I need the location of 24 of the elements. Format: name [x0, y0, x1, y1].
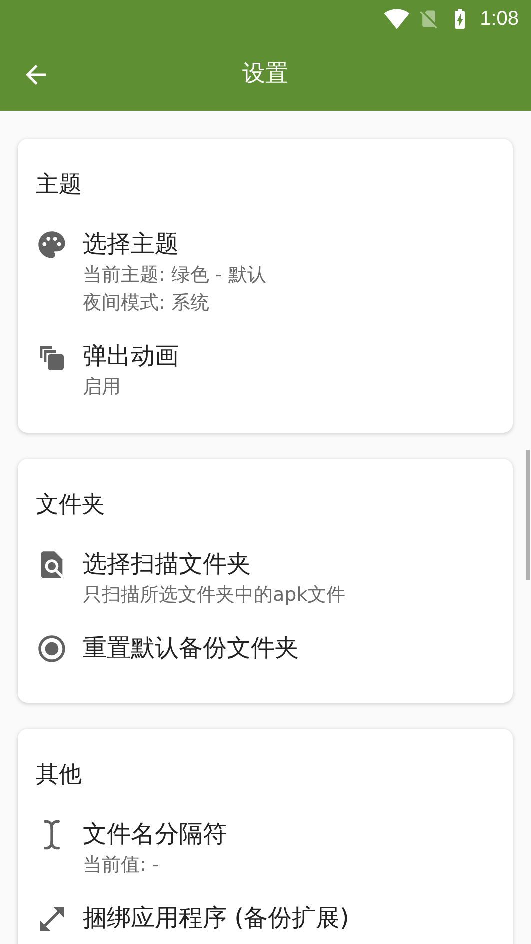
settings-item[interactable]: 选择主题 当前主题: 绿色 - 默认 夜间模式: 系统 [36, 227, 495, 317]
settings-item[interactable]: 选择扫描文件夹 只扫描所选文件夹中的apk文件 [36, 547, 495, 609]
palette-icon [36, 229, 68, 261]
item-subtitle: 只扫描所选文件夹中的apk文件 [83, 583, 346, 608]
item-title: 重置默认备份文件夹 [83, 633, 299, 664]
item-title: 捆绑应用程序 (备份扩展) [83, 903, 350, 934]
section-title: 文件夹 [36, 491, 106, 520]
status-time: 1:08 [480, 7, 519, 32]
settings-item[interactable]: 文件名分隔符 当前值: - [36, 817, 495, 879]
settings-item[interactable]: 重置默认备份文件夹 [36, 631, 495, 671]
settings-item[interactable]: 弹出动画 启用 [36, 339, 495, 401]
section-title: 主题 [36, 171, 83, 200]
item-title: 选择扫描文件夹 [83, 549, 252, 580]
item-subtitle: 启用 [83, 375, 122, 400]
item-title: 文件名分隔符 [83, 819, 227, 850]
settings-item[interactable]: 捆绑应用程序 (备份扩展) [36, 901, 495, 941]
item-subtitle: 当前值: - [83, 853, 160, 878]
radio-button-icon [36, 633, 68, 665]
item-title: 弹出动画 [83, 341, 179, 372]
item-subtitle: 夜间模式: 系统 [83, 291, 210, 316]
item-title: 选择主题 [83, 229, 180, 260]
section-title: 其他 [36, 761, 83, 790]
app-bar-title: 设置 [242, 60, 288, 90]
item-subtitle: 当前主题: 绿色 - 默认 [83, 263, 266, 288]
